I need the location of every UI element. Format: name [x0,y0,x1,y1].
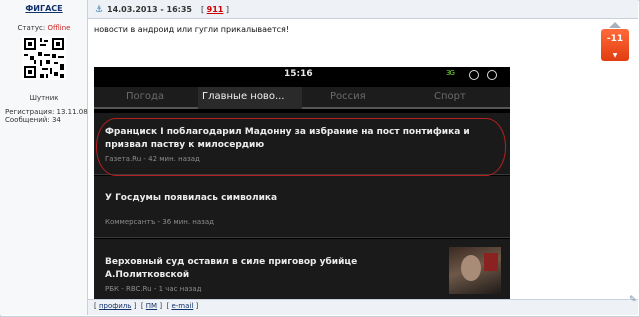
post-number: [ 911 ] [201,5,230,14]
registration-value: 13.11.08 [56,108,88,116]
post-number-link[interactable]: 911 [207,5,224,14]
sync-icon [469,70,479,80]
news-item-title-2: А.Политковской [105,270,190,280]
news-item-source: Коммерсантъ - 36 мин. назад [105,218,214,226]
rating-badge: -11 ▼ [601,29,629,61]
news-item-title: Верховный суд оставил в силе приговор уб… [105,257,358,267]
registration-label: Регистрация: [5,108,55,116]
status-label: Статус: [17,24,46,32]
pm-link[interactable]: ПМ [146,302,157,310]
user-status: Статус: Offline [0,24,88,32]
news-item[interactable] [94,176,510,238]
red-ellipse-annotation [96,118,506,176]
rating-up-arrow-icon[interactable] [609,22,621,28]
messages-value: 34 [51,116,61,124]
rating-value: -11 [606,34,624,44]
anchor-icon[interactable]: ⚓ [95,5,103,15]
news-item-source: РБК - RBC.Ru - 1 час назад [105,285,202,293]
status-value: Offline [47,24,71,32]
user-stats: Регистрация: 13.11.08 Сообщений: 34 [5,108,88,124]
email-link[interactable]: e-mail [171,302,193,310]
news-thumbnail-image [449,247,501,294]
rating-down-arrow-icon[interactable]: ▼ [601,52,629,60]
quote-icon[interactable]: ✎ [629,295,637,305]
tab-russia[interactable]: Россия [330,91,366,102]
signal-icon: 3G [446,69,455,77]
phone-screenshot: 15:16 3G Погода Главные ново... Россия С… [94,67,510,299]
phone-clock: 15:16 [284,69,313,79]
username-link[interactable]: ФИГАСЕ [0,4,88,13]
post-datetime: 14.03.2013 - 16:35 [107,5,192,14]
post-message: новости в андроид или гугли прикалываетс… [94,25,290,34]
news-item-title: У Госдумы появилась символика [105,193,278,203]
alarm-icon [487,70,497,80]
tab-top-news[interactable]: Главные ново... [202,91,284,102]
messages-label: Сообщений: [5,116,50,124]
qr-code-image [22,36,66,80]
post-footer-links: [ профиль ] [ ПМ ] [ e-mail ] [94,302,199,310]
tab-sport[interactable]: Спорт [434,91,466,102]
tab-weather[interactable]: Погода [126,91,164,102]
user-rank: Шутник [29,94,59,102]
profile-link[interactable]: профиль [99,302,131,310]
